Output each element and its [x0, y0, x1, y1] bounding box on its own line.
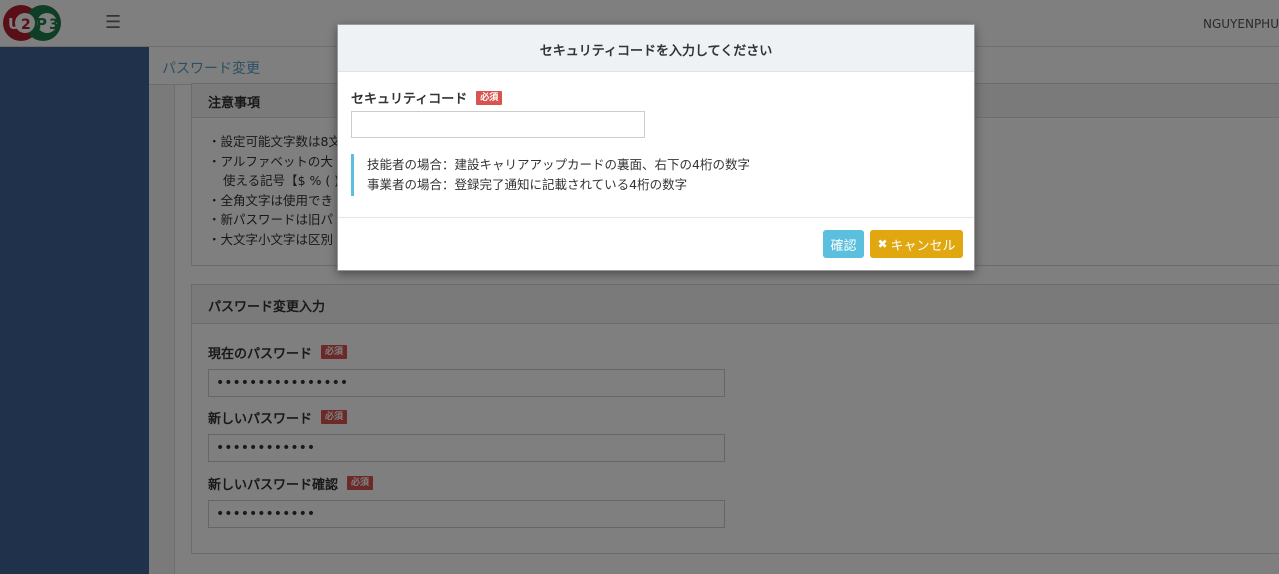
security-code-input[interactable] — [351, 111, 645, 138]
modal-title: セキュリティコードを入力してください — [338, 25, 974, 72]
confirm-button-label: 確認 — [830, 238, 857, 254]
modal-body: セキュリティコード 必須 技能者の場合：建設キャリアアップカードの裏面、右下の4… — [338, 72, 974, 218]
hint-worker: 技能者の場合：建設キャリアアップカードの裏面、右下の4桁の数字 — [367, 157, 750, 172]
modal-footer: 確認 ✖ キャンセル — [338, 218, 974, 270]
cancel-button-label: キャンセル — [890, 238, 956, 254]
required-badge: 必須 — [476, 90, 503, 105]
cancel-button[interactable]: ✖ キャンセル — [870, 230, 963, 258]
security-code-label: セキュリティコード — [351, 92, 468, 107]
close-icon: ✖ — [877, 237, 888, 251]
security-code-modal: セキュリティコードを入力してください セキュリティコード 必須 技能者の場合：建… — [337, 24, 975, 271]
hint-business: 事業者の場合：登録完了通知に記載されている4桁の数字 — [367, 177, 688, 192]
confirm-button[interactable]: 確認 — [823, 230, 864, 258]
security-code-label-row: セキュリティコード 必須 — [351, 88, 503, 107]
security-code-hint: 技能者の場合：建設キャリアアップカードの裏面、右下の4桁の数字 事業者の場合：登… — [351, 154, 750, 196]
